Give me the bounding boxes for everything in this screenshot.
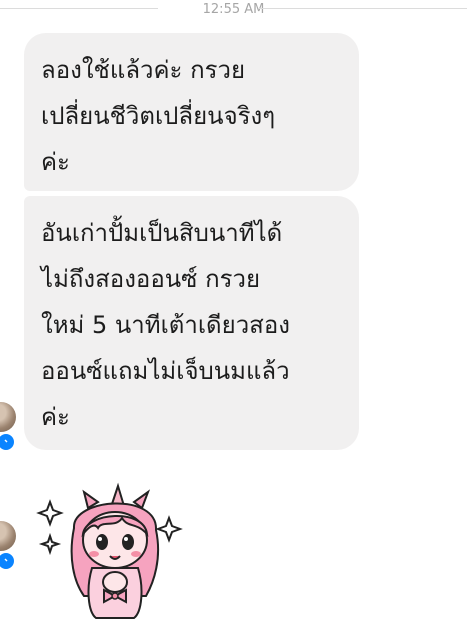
- message-line: อันเก่าปั้มเป็นสิบนาทีได้: [41, 219, 283, 247]
- sender-avatar-icon[interactable]: [0, 521, 16, 551]
- message-line: เปลี่ยนชีวิตเปลี่ยนจริงๆ: [41, 102, 276, 130]
- message-bubble-1[interactable]: ลองใช้แล้วค่ะ กรวย เปลี่ยนชีวิตเปลี่ยนจร…: [24, 33, 359, 191]
- message-line: ค่ะ: [41, 403, 70, 431]
- message-line: ออนซ์แถมไม่เจ็บนมแล้ว: [41, 357, 290, 385]
- message-line: ค่ะ: [41, 148, 70, 176]
- message-line: ลองใช้แล้วค่ะ กรวย: [41, 56, 246, 84]
- sender-avatar-icon[interactable]: [0, 402, 16, 432]
- sparkle-icon: [155, 515, 183, 543]
- message-line: ไม่ถึงสองออนซ์ กรวย: [41, 265, 261, 293]
- sticker-cute-girl-icon[interactable]: [36, 478, 186, 628]
- sparkle-icon: [36, 499, 64, 527]
- message-bubble-2[interactable]: อันเก่าปั้มเป็นสิบนาทีได้ ไม่ถึงสองออนซ์…: [24, 196, 359, 450]
- messenger-icon: [0, 432, 16, 452]
- message-line: ใหม่ 5 นาทีเต้าเดียวสอง: [41, 311, 290, 339]
- messenger-icon: [0, 551, 16, 571]
- divider-right: [258, 8, 467, 9]
- timestamp: 12:55 AM: [202, 2, 265, 17]
- sparkle-icon: [38, 532, 62, 556]
